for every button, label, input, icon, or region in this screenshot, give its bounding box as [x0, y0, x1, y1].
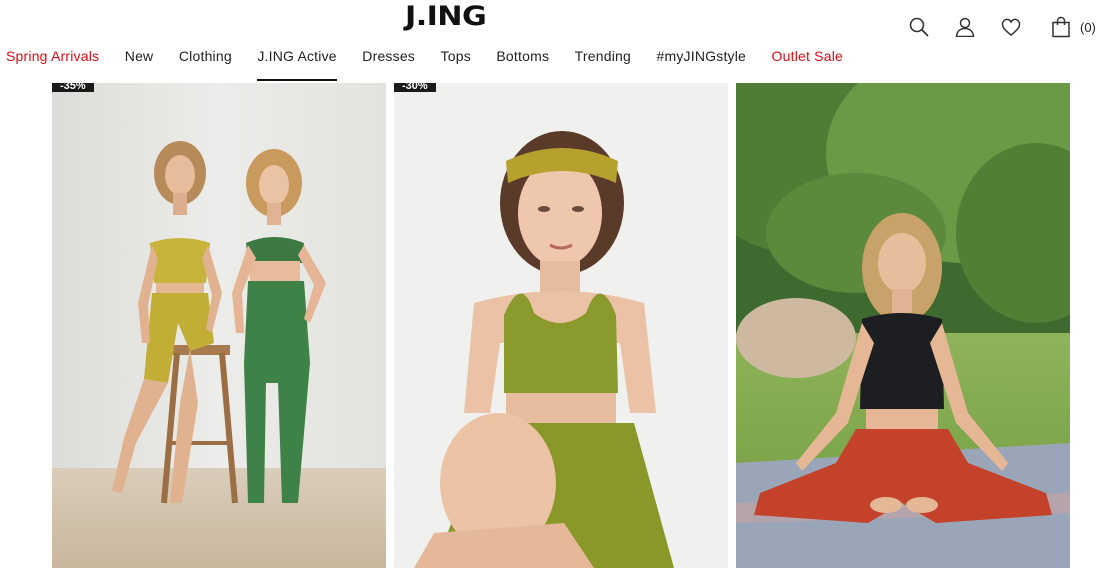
product-image[interactable]	[52, 83, 386, 568]
nav-item-clothing[interactable]: Clothing	[179, 47, 232, 65]
nav-item-spring-arrivals[interactable]: Spring Arrivals	[6, 47, 99, 65]
brand-logo[interactable]: J.ING	[405, 3, 487, 30]
nav-item-jing-active[interactable]: J.ING Active	[257, 47, 338, 81]
user-icon[interactable]	[952, 14, 978, 40]
discount-badge: -30%	[394, 83, 436, 92]
shopping-bag-icon	[1048, 14, 1074, 40]
product-card[interactable]	[736, 83, 1070, 568]
discount-badge: -35%	[52, 83, 94, 92]
heart-icon[interactable]	[998, 14, 1024, 40]
nav-item-dresses[interactable]: Dresses	[362, 47, 415, 65]
nav-item-trending[interactable]: Trending	[575, 47, 631, 65]
nav-item-tops[interactable]: Tops	[441, 47, 471, 65]
site-header: J.ING (0) Spring Arrivals New Clothing J…	[0, 0, 1100, 83]
logo-text: J.ING	[405, 1, 487, 32]
product-image[interactable]	[736, 83, 1070, 568]
main-navigation: Spring Arrivals New Clothing J.ING Activ…	[6, 47, 869, 81]
header-icons: (0)	[906, 14, 1096, 40]
nav-item-outlet-sale[interactable]: Outlet Sale	[772, 47, 843, 65]
search-icon[interactable]	[906, 14, 932, 40]
cart-button[interactable]: (0)	[1048, 14, 1096, 40]
nav-item-bottoms[interactable]: Bottoms	[496, 47, 549, 65]
product-card[interactable]: -35%	[52, 83, 386, 568]
product-image[interactable]	[394, 83, 728, 568]
product-grid: -35% -30%	[52, 83, 1070, 578]
product-card[interactable]: -30%	[394, 83, 728, 568]
nav-item-myjingstyle[interactable]: #myJINGstyle	[657, 47, 747, 65]
nav-item-new[interactable]: New	[125, 47, 154, 65]
cart-count: (0)	[1080, 19, 1096, 35]
